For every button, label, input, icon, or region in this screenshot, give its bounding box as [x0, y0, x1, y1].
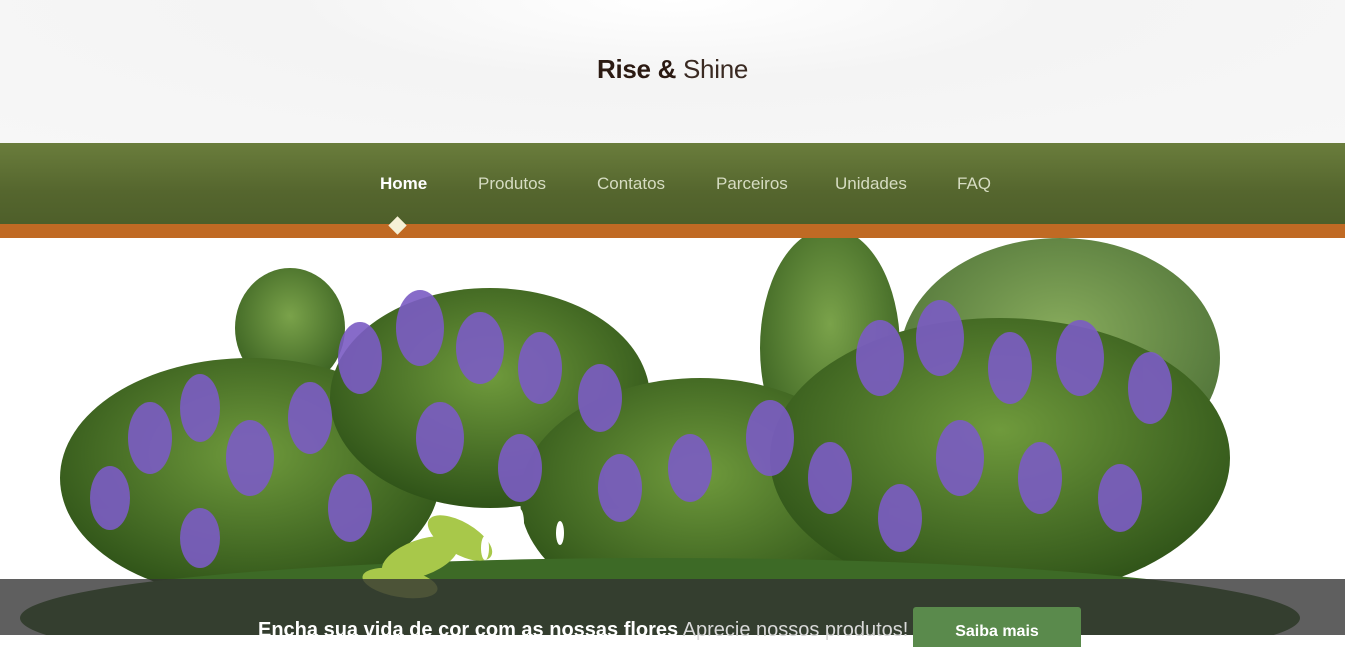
nav-item-produtos[interactable]: Produtos — [478, 174, 546, 194]
nav-item-unidades[interactable]: Unidades — [835, 174, 907, 194]
brand-light: Shine — [676, 54, 749, 84]
brand-bold: Rise & — [596, 54, 677, 84]
banner-message: Encha sua vida de cor com as nossas flor… — [258, 619, 908, 642]
accent-stripe — [0, 224, 1345, 238]
nav-item-contatos[interactable]: Contatos — [597, 174, 665, 194]
banner-subline: Aprecie nossos produtos! — [682, 619, 909, 641]
banner-headline: Encha sua vida de cor com as nossas flor… — [258, 619, 679, 641]
site-header: Rise & Shine — [0, 0, 1345, 143]
nav-item-parceiros[interactable]: Parceiros — [716, 174, 788, 194]
flower-bushes-illustration — [20, 238, 1300, 635]
saiba-mais-button[interactable]: Saiba mais — [913, 607, 1081, 647]
hero-banner: Encha sua vida de cor com as nossas flor… — [0, 579, 1345, 647]
site-logo[interactable]: Rise & Shine — [0, 54, 1345, 85]
main-nav: Home Produtos Contatos Parceiros Unidade… — [0, 143, 1345, 224]
nav-item-home[interactable]: Home — [380, 174, 427, 194]
hero-image — [0, 238, 1345, 635]
nav-item-faq[interactable]: FAQ — [957, 174, 991, 194]
